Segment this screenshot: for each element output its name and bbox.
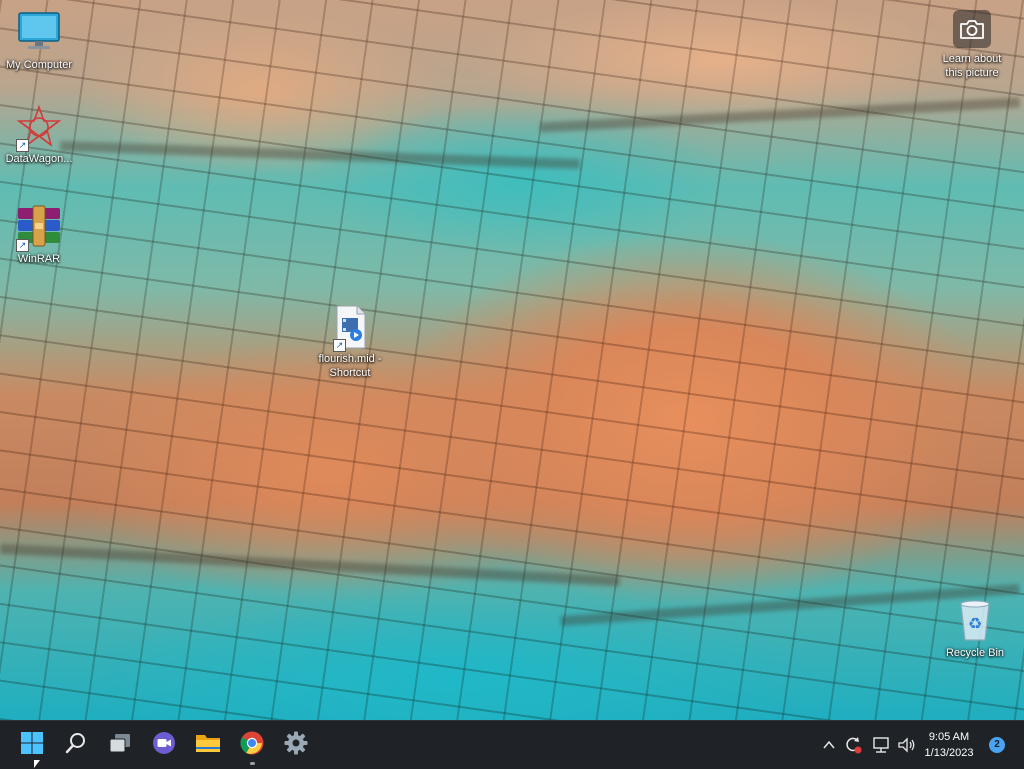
sync-error-icon[interactable] bbox=[842, 734, 864, 756]
desktop-icon-winrar[interactable]: ↗ WinRAR bbox=[0, 204, 78, 266]
notification-count-badge[interactable]: 2 bbox=[989, 737, 1005, 753]
clock-date: 1/13/2023 bbox=[924, 747, 974, 759]
settings-button[interactable] bbox=[279, 728, 313, 762]
shortcut-arrow-icon: ↗ bbox=[16, 239, 29, 252]
clock[interactable]: 9:05 AM 1/13/2023 bbox=[918, 729, 980, 761]
winrar-books-icon: ↗ bbox=[16, 204, 62, 252]
search-button[interactable] bbox=[59, 728, 93, 762]
chrome-button[interactable] bbox=[235, 728, 269, 765]
media-file-icon: ↗ bbox=[327, 304, 373, 352]
folder-icon bbox=[195, 731, 221, 760]
network-icon[interactable] bbox=[870, 734, 892, 756]
chrome-icon bbox=[239, 730, 265, 761]
task-view-icon bbox=[107, 731, 133, 760]
desktop-icon-recycle-bin[interactable]: ♻ Recycle Bin bbox=[936, 598, 1014, 660]
desktop-icon-flourish-shortcut[interactable]: ↗ flourish.mid - Shortcut bbox=[311, 304, 389, 380]
desktop-wallpaper bbox=[0, 0, 1024, 720]
svg-text:♻: ♻ bbox=[968, 614, 982, 633]
desktop-icon-label: DataWagon... bbox=[5, 153, 73, 165]
taskbar: 9:05 AM 1/13/2023 2 bbox=[0, 720, 1024, 769]
search-icon bbox=[64, 731, 88, 760]
show-hidden-icons-chevron-up-icon[interactable] bbox=[818, 734, 840, 756]
file-explorer-button[interactable] bbox=[191, 728, 225, 762]
camera-icon bbox=[953, 10, 991, 48]
mouse-cursor bbox=[34, 760, 40, 768]
desktop-icon-my-computer[interactable]: My Computer bbox=[0, 10, 78, 72]
gear-icon bbox=[283, 730, 309, 761]
running-indicator bbox=[250, 762, 255, 765]
learn-about-picture[interactable]: Learn about this picture bbox=[934, 10, 1010, 80]
shortcut-arrow-icon: ↗ bbox=[16, 139, 29, 152]
learn-about-picture-label: Learn about this picture bbox=[942, 53, 1002, 79]
clock-time: 9:05 AM bbox=[928, 731, 970, 743]
datawagon-star-icon: ↗ bbox=[16, 104, 62, 152]
desktop-icon-label: My Computer bbox=[5, 59, 73, 71]
windows-logo-icon bbox=[20, 731, 44, 760]
desktop-icon-label: flourish.mid - Shortcut bbox=[318, 353, 382, 379]
task-view-button[interactable] bbox=[103, 728, 137, 762]
start-button[interactable] bbox=[15, 728, 49, 762]
desktop-icon-label: WinRAR bbox=[17, 253, 61, 265]
chat-button[interactable] bbox=[147, 728, 181, 762]
volume-icon[interactable] bbox=[896, 734, 918, 756]
system-tray bbox=[818, 721, 918, 769]
chat-camera-icon bbox=[151, 730, 177, 761]
shortcut-arrow-icon: ↗ bbox=[333, 339, 346, 352]
desktop-icon-datawagon[interactable]: ↗ DataWagon... bbox=[0, 104, 78, 166]
desktop-icon-label: Recycle Bin bbox=[945, 647, 1005, 659]
recycle-bin-icon: ♻ bbox=[952, 598, 998, 644]
monitor-icon bbox=[16, 10, 62, 56]
